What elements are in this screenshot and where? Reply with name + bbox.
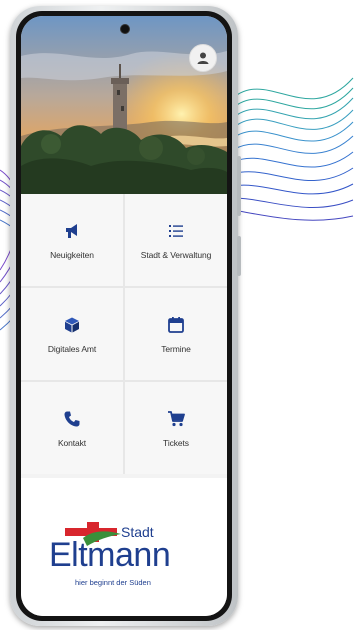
tile-digitales-amt[interactable]: Digitales Amt [21,288,123,380]
city-logo: Stadt Eltmann hier beginnt der Süden [49,518,199,598]
megaphone-icon [66,223,77,238]
calendar-icon [168,316,184,333]
tile-termine[interactable]: Termine [125,288,227,380]
phone-frame: Neuigkeiten Stadt & Verwaltung Digitales… [10,6,241,626]
tile-label: Kontakt [57,437,87,448]
cart-icon [168,410,185,426]
tile-neuigkeiten[interactable]: Neuigkeiten [21,194,123,286]
phone-icon [64,411,80,426]
logo-area: Stadt Eltmann hier beginnt der Süden [21,478,227,616]
volume-button [237,156,241,216]
power-button [237,236,241,276]
profile-button[interactable] [189,44,217,72]
tile-label: Stadt & Verwaltung [140,249,212,260]
logo-name-text: Eltmann [49,536,171,574]
tile-label: Tickets [163,437,189,448]
tile-label: Neuigkeiten [50,249,94,260]
tile-kontakt[interactable]: Kontakt [21,382,123,474]
wave-ribbon-right [232,77,354,221]
tile-stadt-verwaltung[interactable]: Stadt & Verwaltung [125,194,227,286]
tile-tickets[interactable]: Tickets [125,382,227,474]
cube-icon [65,317,79,332]
menu-grid: Neuigkeiten Stadt & Verwaltung Digitales… [21,194,227,474]
app-screen: Neuigkeiten Stadt & Verwaltung Digitales… [21,16,227,616]
list-icon [169,224,183,237]
front-camera [120,24,130,34]
logo-tagline: hier beginnt der Süden [75,578,151,587]
tile-label: Digitales Amt [47,343,97,354]
phone-bezel: Neuigkeiten Stadt & Verwaltung Digitales… [16,11,232,621]
tile-label: Termine [161,343,191,354]
hero-image [21,16,227,194]
user-icon [197,52,209,64]
